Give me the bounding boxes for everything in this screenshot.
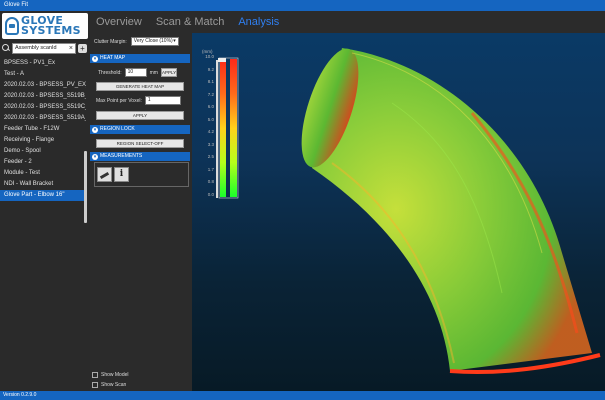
control-panel: Clutter Margin: Very Close (10%) ▾ ▾ HEA… xyxy=(90,33,192,391)
clutter-margin-select[interactable]: Very Close (10%) ▾ xyxy=(130,37,179,46)
project-list-item[interactable]: Feeder - 2 xyxy=(0,157,86,168)
threshold-label: Threshold: xyxy=(98,69,122,76)
search-row: Assembly scanId × + xyxy=(2,42,88,54)
project-list-item[interactable]: 2020.02.03 - BPSESS_S519B_... xyxy=(0,91,86,102)
clear-search-icon[interactable]: × xyxy=(69,44,73,53)
glove-logo-icon xyxy=(5,17,19,35)
tab-analysis[interactable]: Analysis xyxy=(238,16,279,28)
ruler-icon xyxy=(99,171,110,180)
logo: GLOVE SYSTEMS xyxy=(2,13,88,39)
logo-text-line2: SYSTEMS xyxy=(21,24,81,37)
app-window: Glove Fit GLOVE SYSTEMS Assembly scanId … xyxy=(0,0,605,400)
tab-bar: Overview Scan & Match Analysis xyxy=(90,11,605,33)
project-list-item[interactable]: NDI - Wall Bracket xyxy=(0,179,86,190)
show-model-label: Show Model xyxy=(101,372,129,378)
max-points-label: Max Point per Voxel: xyxy=(96,97,142,104)
clutter-margin-label: Clutter Margin: xyxy=(94,38,127,45)
max-points-apply-button[interactable]: APPLY xyxy=(96,111,184,120)
add-project-button[interactable]: + xyxy=(78,43,87,53)
project-list-item[interactable]: 2020.02.03 - BPSESS_PV_EX_... xyxy=(0,80,86,91)
legend-bar-left xyxy=(220,59,226,197)
info-button[interactable]: i xyxy=(114,167,129,182)
max-points-input[interactable]: 1 xyxy=(144,96,181,105)
sidebar: GLOVE SYSTEMS Assembly scanId × + BPSESS… xyxy=(0,11,90,391)
ruler-tool-button[interactable] xyxy=(97,167,112,182)
region-lock-section-header[interactable]: ▾ REGION LOCK xyxy=(90,125,190,134)
show-scan-label: Show Scan xyxy=(101,382,127,388)
collapse-icon: ▾ xyxy=(92,126,98,133)
project-list-item[interactable]: Glove Part - Elbow 16" xyxy=(0,190,86,201)
threshold-input[interactable]: 10 xyxy=(124,68,147,77)
project-list-item[interactable]: Feeder Tube - F12W xyxy=(0,124,86,135)
project-list-item[interactable]: Test - A xyxy=(0,69,86,80)
tab-overview[interactable]: Overview xyxy=(96,16,142,28)
heatmap-section-header[interactable]: ▾ HEAT MAP xyxy=(90,54,190,63)
project-list-scrollbar[interactable] xyxy=(84,151,87,223)
project-list: BPSESS - PV1_Ex Test - A 2020.02.03 - BPSE… xyxy=(0,58,86,228)
project-list-item[interactable]: Demo - Spool xyxy=(0,146,86,157)
version-label: Version 0.2.9.0 xyxy=(3,392,37,398)
info-icon: i xyxy=(119,169,124,179)
project-list-item[interactable]: 2020.02.03 - BPSESS_S519A_... xyxy=(0,113,86,124)
threshold-apply-button[interactable]: APPLY xyxy=(160,68,177,77)
project-list-item[interactable]: Module - Test xyxy=(0,168,86,179)
project-list-item[interactable]: Receiving - Flange xyxy=(0,135,86,146)
measurements-section-header[interactable]: ▾ MEASUREMENTS xyxy=(90,152,190,161)
legend-slider-track[interactable] xyxy=(216,60,218,198)
tab-scan-match[interactable]: Scan & Match xyxy=(156,16,224,28)
title-bar: Glove Fit xyxy=(0,0,605,11)
legend-slider-handle[interactable] xyxy=(218,58,226,62)
threshold-unit: mm xyxy=(149,69,158,76)
collapse-icon: ▾ xyxy=(92,55,98,62)
show-model-checkbox[interactable] xyxy=(92,372,98,378)
show-scan-checkbox[interactable] xyxy=(92,382,98,388)
project-list-item[interactable]: BPSESS - PV1_Ex xyxy=(0,58,86,69)
search-input[interactable]: Assembly scanId × xyxy=(12,42,76,54)
project-list-item[interactable]: 2020.02.03 - BPSESS_S519C_... xyxy=(0,102,86,113)
legend-bar-right xyxy=(230,59,237,197)
generate-heat-map-button[interactable]: GENERATE HEAT MAP xyxy=(96,82,184,91)
heatmap-scene xyxy=(216,48,601,375)
window-title: Glove Fit xyxy=(4,2,29,8)
3d-viewport[interactable]: (mm) 10.0 9.2 8.1 7.2 6.0 5.0 4.2 3.3 2.5 1.7 0.8 0… xyxy=(192,33,605,391)
region-select-button[interactable]: REGION SELECT-OFF xyxy=(96,139,184,148)
collapse-icon: ▾ xyxy=(92,153,98,160)
status-bar: Version 0.2.9.0 xyxy=(0,391,605,400)
search-icon xyxy=(2,44,10,52)
chevron-down-icon: ▾ xyxy=(173,38,176,44)
measurements-box: i xyxy=(94,162,189,187)
